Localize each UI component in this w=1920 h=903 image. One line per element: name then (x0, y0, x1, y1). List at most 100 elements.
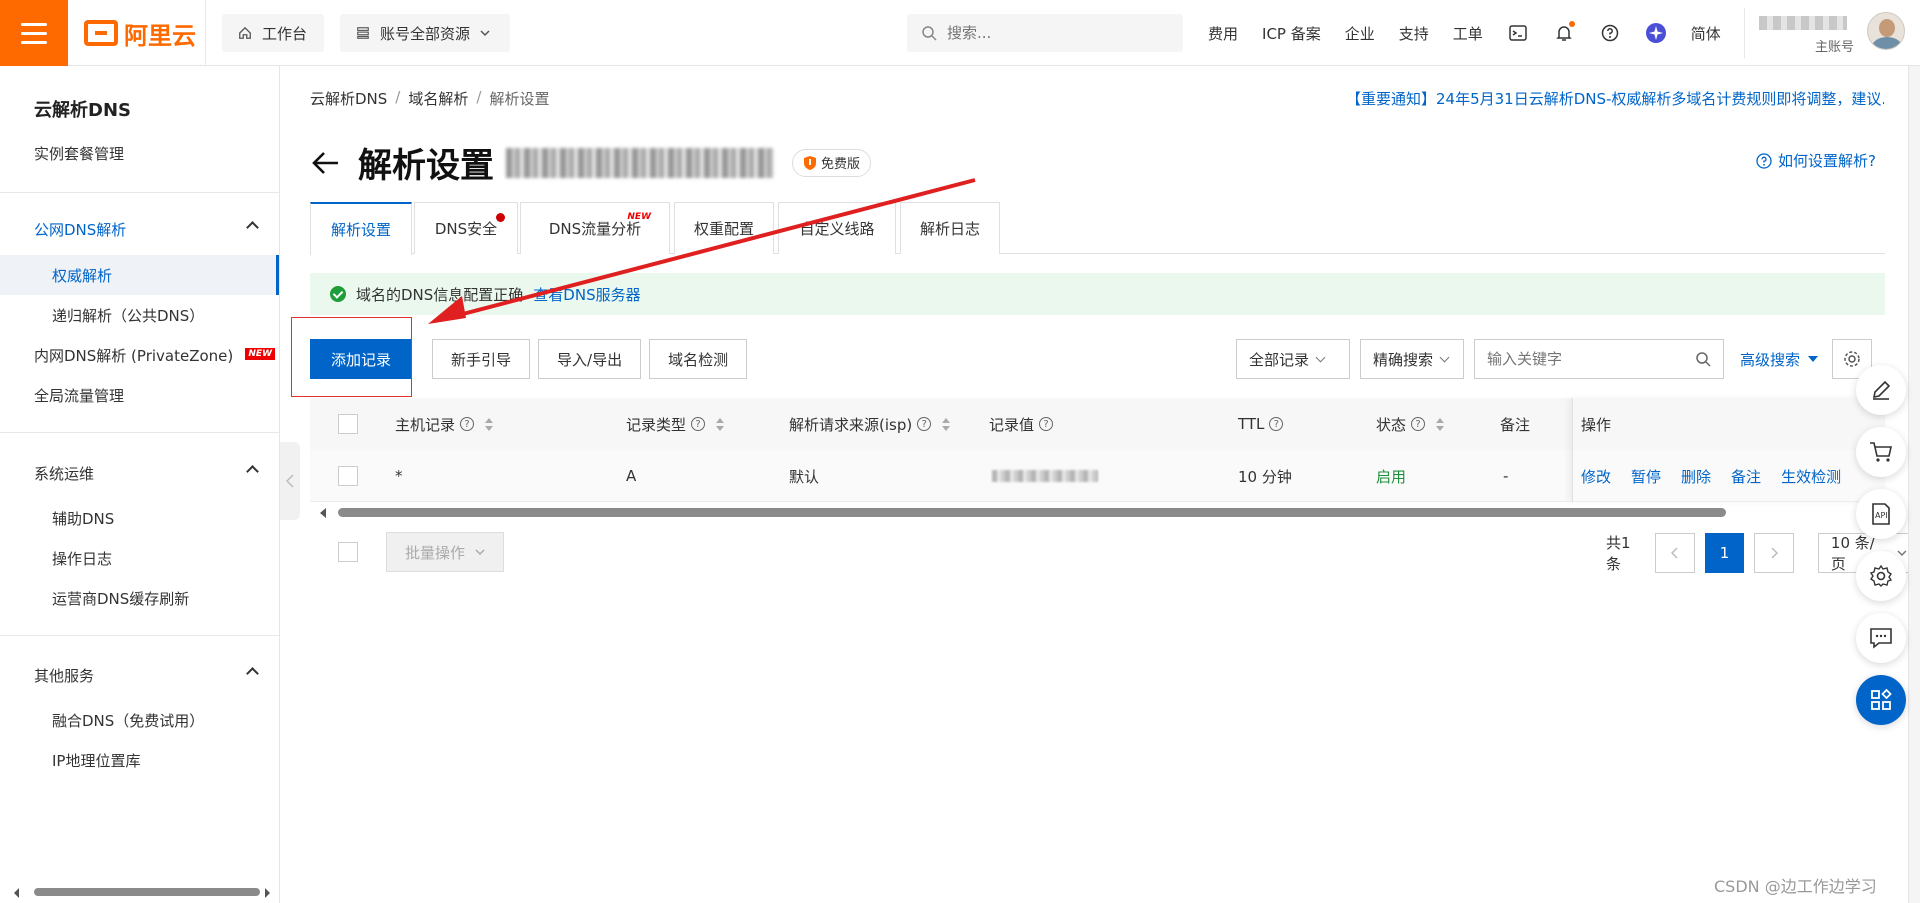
sidebar-item-aux-dns[interactable]: 辅助DNS (0, 498, 279, 538)
info-icon[interactable]: ? (1039, 417, 1054, 431)
select-all-checkbox[interactable] (338, 414, 358, 434)
chat-button[interactable] (1856, 613, 1906, 663)
guide-button[interactable]: 新手引导 (432, 339, 531, 379)
link-billing[interactable]: 费用 (1208, 23, 1238, 44)
sidebar-group-ops[interactable]: 系统运维 (0, 453, 279, 493)
api-button[interactable]: API (1856, 489, 1906, 539)
sort-icon[interactable] (485, 417, 494, 431)
scroll-left-icon[interactable] (12, 886, 22, 900)
col-type[interactable]: 记录类型 ? (626, 398, 725, 450)
pause-action[interactable]: 暂停 (1631, 466, 1661, 487)
link-enterprise[interactable]: 企业 (1345, 23, 1375, 44)
info-icon[interactable]: ? (917, 417, 932, 431)
tab-weight-config[interactable]: 权重配置 (674, 202, 774, 254)
info-icon[interactable]: ? (691, 417, 706, 431)
import-export-button[interactable]: 导入/导出 (538, 339, 642, 379)
info-icon[interactable]: ? (1269, 417, 1284, 431)
avatar[interactable] (1867, 12, 1905, 50)
col-isp[interactable]: 解析请求来源(isp) ? (789, 398, 951, 450)
global-search[interactable] (907, 14, 1183, 52)
filter-bar: 全部记录 精确搜索 高级搜索 (1236, 339, 1873, 379)
link-ticket[interactable]: 工单 (1453, 23, 1483, 44)
chevron-down-icon (475, 549, 485, 556)
sort-icon[interactable] (716, 417, 725, 431)
sidebar-item-private-zone[interactable]: 内网DNS解析 (PrivateZone) NEW (0, 335, 279, 375)
col-status[interactable]: 状态 ? (1376, 398, 1445, 450)
domain-check-button[interactable]: 域名检测 (649, 339, 748, 379)
workbench-button[interactable]: 工作台 (222, 14, 324, 52)
col-host[interactable]: 主机记录 ? (395, 398, 494, 450)
sidebar-item-recursive[interactable]: 递归解析（公共DNS） (0, 295, 279, 335)
sidebar-item-ip-geo[interactable]: IP地理位置库 (0, 740, 279, 780)
important-notice-link[interactable]: 【重要通知】24年5月31日云解析DNS-权威解析多域名计费规则即将调整，建议.… (1346, 88, 1884, 109)
assistant-icon[interactable] (1645, 22, 1667, 44)
page-number[interactable]: 1 (1704, 533, 1745, 573)
chat-icon (1870, 628, 1892, 649)
sidebar-item-authoritative[interactable]: 权威解析 (0, 255, 279, 295)
terminal-icon[interactable] (1507, 22, 1529, 44)
record-filter-select[interactable]: 全部记录 (1236, 339, 1350, 379)
how-to-configure-link[interactable]: 如何设置解析? (1756, 150, 1876, 171)
info-icon[interactable]: ? (1411, 417, 1426, 431)
search-icon[interactable] (1695, 351, 1711, 367)
breadcrumb-dns[interactable]: 云解析DNS (310, 88, 387, 109)
breadcrumb: 云解析DNS / 域名解析 / 解析设置 (310, 88, 549, 109)
sort-icon[interactable] (942, 417, 951, 431)
tab-dns-traffic[interactable]: DNS流量分析 NEW (520, 202, 670, 254)
chevron-up-icon (246, 465, 259, 478)
hamburger-menu-button[interactable] (0, 0, 68, 66)
sidebar-item-instance[interactable]: 实例套餐管理 (0, 133, 279, 173)
view-dns-servers-link[interactable]: 查看DNS服务器 (533, 284, 640, 305)
sidebar-item-fusion-dns[interactable]: 融合DNS（免费试用） (0, 700, 279, 740)
language-switch[interactable]: 简体 (1691, 23, 1721, 44)
sidebar-scrollbar[interactable] (12, 884, 270, 898)
all-resources-dropdown[interactable]: 账号全部资源 (340, 14, 510, 52)
advanced-search-toggle[interactable]: 高级搜索 (1740, 349, 1819, 370)
tab-resolution-settings[interactable]: 解析设置 (310, 202, 412, 255)
sidebar-item-global-traffic[interactable]: 全局流量管理 (0, 375, 279, 415)
apps-button[interactable] (1856, 675, 1906, 725)
col-value[interactable]: 记录值 ? (989, 398, 1054, 450)
tab-resolution-log[interactable]: 解析日志 (900, 202, 1000, 254)
search-input[interactable] (947, 24, 1147, 42)
row-checkbox[interactable] (338, 466, 358, 486)
sidebar-group-public-dns[interactable]: 公网DNS解析 (0, 209, 279, 249)
link-icp[interactable]: ICP 备案 (1262, 23, 1321, 44)
bell-icon[interactable] (1553, 21, 1575, 44)
sidebar-collapse-toggle[interactable] (280, 442, 300, 520)
tab-custom-lines[interactable]: 自定义线路 (778, 202, 896, 254)
cart-button[interactable] (1856, 427, 1906, 477)
scroll-right-icon[interactable] (262, 886, 272, 900)
scrollbar-thumb[interactable] (338, 508, 1726, 517)
keyword-search[interactable] (1474, 339, 1724, 379)
aliyun-logo[interactable]: 阿里云 (84, 16, 196, 50)
info-icon[interactable]: ? (460, 417, 475, 431)
tab-dns-security[interactable]: DNS安全 (414, 202, 518, 254)
settings-button[interactable] (1856, 551, 1906, 601)
sidebar-item-cache-refresh[interactable]: 运营商DNS缓存刷新 (0, 578, 279, 618)
delete-action[interactable]: 删除 (1681, 466, 1711, 487)
sort-icon[interactable] (1436, 417, 1445, 431)
chevron-up-icon (246, 667, 259, 680)
breadcrumb-domain[interactable]: 域名解析 (408, 88, 468, 109)
scroll-left-icon[interactable] (320, 508, 326, 518)
footer-select-all-checkbox[interactable] (338, 542, 358, 562)
back-arrow-icon[interactable] (310, 148, 340, 178)
feedback-edit-button[interactable] (1856, 365, 1906, 415)
keyword-input[interactable] (1487, 350, 1677, 368)
remark-action[interactable]: 备注 (1731, 466, 1761, 487)
next-page-button[interactable] (1754, 533, 1794, 573)
scrollbar-thumb[interactable] (34, 888, 260, 896)
stack-icon (357, 27, 369, 39)
edit-action[interactable]: 修改 (1581, 466, 1611, 487)
sidebar-item-op-log[interactable]: 操作日志 (0, 538, 279, 578)
verify-action[interactable]: 生效检测 (1781, 466, 1841, 487)
user-account-menu[interactable]: 主账号 (1744, 8, 1920, 58)
search-mode-select[interactable]: 精确搜索 (1360, 339, 1464, 379)
link-support[interactable]: 支持 (1399, 23, 1429, 44)
sidebar-group-other[interactable]: 其他服务 (0, 655, 279, 695)
batch-operation-button[interactable]: 批量操作 (386, 532, 505, 572)
prev-page-button[interactable] (1655, 533, 1695, 573)
help-icon[interactable] (1599, 22, 1621, 44)
col-ttl[interactable]: TTL ? (1238, 398, 1284, 450)
